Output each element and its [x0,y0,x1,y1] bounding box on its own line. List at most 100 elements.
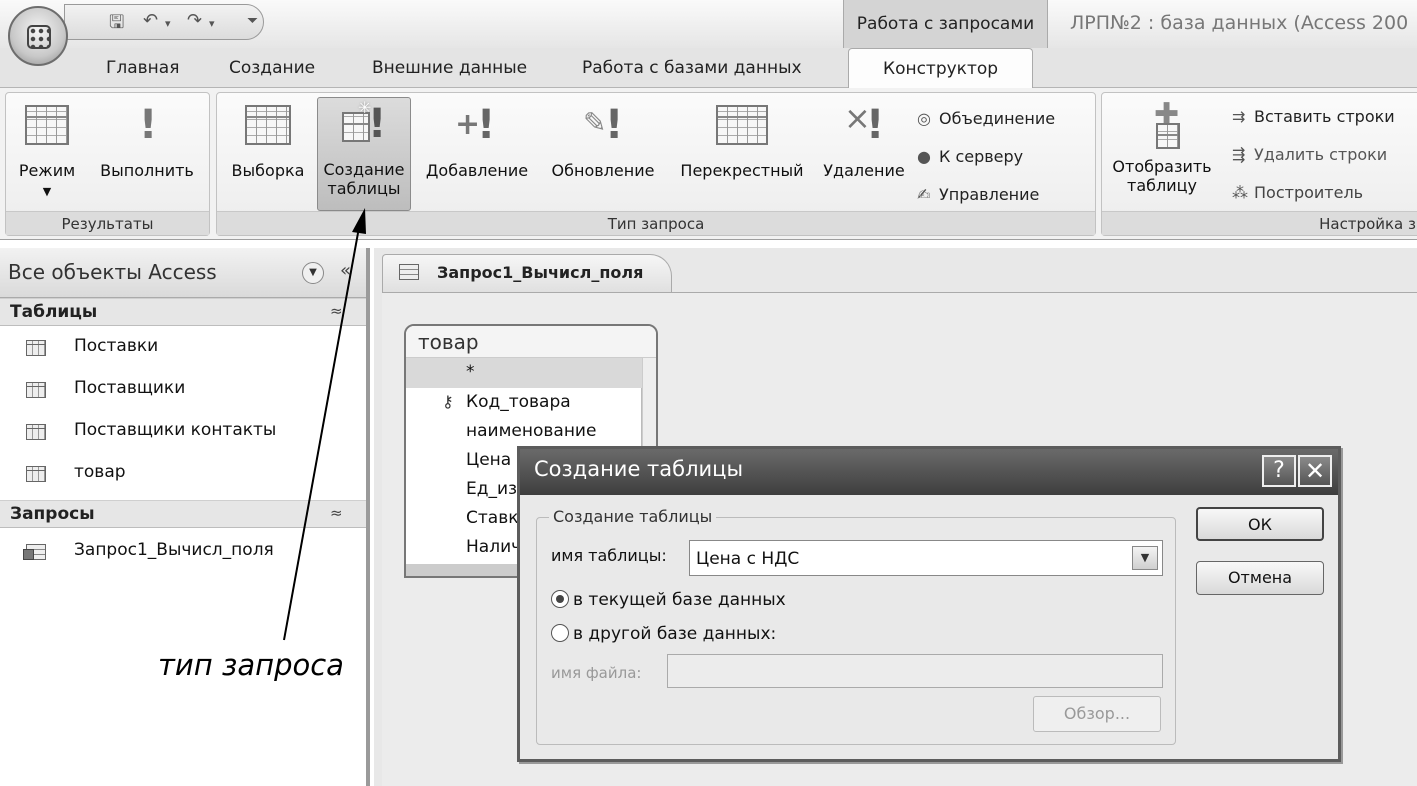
query-setup-group-label: Настройка з [1102,211,1417,235]
table-icon [26,382,46,398]
radio-other-database[interactable]: в другой базе данных: [551,624,776,644]
insert-rows-button[interactable]: ⇉ Вставить строки [1232,107,1395,126]
results-group-label: Результаты [6,211,209,235]
data-definition-query-button[interactable]: ✍ Управление [917,185,1039,204]
nav-dropdown-icon[interactable]: ▼ [302,262,324,284]
query-setup-group: ✚ Отобразить таблицу ⇉ Вставить строки ⇶ У… [1101,92,1417,236]
field-item[interactable]: Ед_из [466,479,517,499]
table-icon [26,466,46,482]
collapse-section-icon[interactable]: ≈ [330,302,343,320]
nav-section-tables[interactable]: Таблицы ≈ [0,298,366,326]
tab-external-data[interactable]: Внешние данные [372,58,527,78]
ribbon-tabs: Главная Создание Внешние данные Работа с… [0,48,1417,89]
customize-qat-icon[interactable]: ⏷ [247,13,258,29]
table-icon [26,340,46,356]
file-name-label: имя файла: [551,664,642,682]
dialog-title: Создание таблицы [534,457,744,481]
collapse-section-icon[interactable]: ≈ [330,504,343,522]
field-item[interactable]: Ставк [466,508,518,528]
help-button[interactable]: ? [1262,455,1296,487]
tab-database-tools[interactable]: Работа с базами данных [582,58,802,78]
title-bar: 🖫 ↶ ▾ ↷ ▾ ⏷ Работа с запросами ЛРП№2 : б… [0,0,1417,48]
selected-row-highlight [406,358,642,388]
tab-design[interactable]: Конструктор [848,48,1034,89]
field-list-title: товар [406,326,656,358]
nav-item-table[interactable]: Поставки [0,334,366,374]
annotation-label: тип запроса [158,648,344,682]
table-icon [26,424,46,440]
field-item[interactable]: Налич [466,537,521,557]
union-icon: ◎ [917,109,931,128]
union-query-button[interactable]: ◎ Объединение [917,109,1055,128]
redo-icon[interactable]: ↷ [187,10,202,31]
office-button[interactable] [8,6,68,66]
primary-key-icon: ⚷ [442,392,454,411]
update-query-button[interactable]: ✎ ! Обновление [543,105,663,180]
file-name-input [667,654,1163,688]
run-exclamation-icon: ! [139,102,158,148]
nav-item-table[interactable]: товар [0,460,366,500]
append-query-icon: + ! [455,102,496,148]
delete-query-button[interactable]: × ! Удаление [817,99,911,180]
quick-access-toolbar: 🖫 ↶ ▾ ↷ ▾ ⏷ [64,4,264,40]
undo-dropdown-icon[interactable]: ▾ [165,17,171,30]
ok-button[interactable]: ОК [1196,507,1324,541]
close-button[interactable]: ✕ [1298,455,1332,487]
select-query-icon [245,105,291,145]
ribbon: Режим ▼ ! Выполнить Результаты Выборка ! … [0,88,1417,240]
view-mode-button[interactable]: Режим ▼ [14,105,80,201]
nav-collapse-icon[interactable]: « [340,260,351,281]
pass-through-query-button[interactable]: ● К серверу [917,147,1023,166]
office-logo-icon [27,25,51,49]
insert-rows-icon: ⇉ [1232,107,1246,126]
app-title: ЛРП№2 : база данных (Access 200 [1070,12,1409,34]
delete-query-icon: × ! [844,99,885,148]
select-query-button[interactable]: Выборка [225,105,311,180]
table-name-label: имя таблицы: [551,546,667,565]
field-item[interactable]: Код_товара [466,392,571,412]
groupbox-legend: Создание таблицы [549,507,717,526]
datasheet-view-icon [25,105,69,145]
results-group: Режим ▼ ! Выполнить Результаты [5,92,210,236]
browse-button: Обзор... [1033,696,1161,732]
dropdown-arrow-icon: ▼ [42,185,52,198]
navigation-pane: Все объекты Access ▼ « Таблицы ≈ Поставк… [0,248,370,786]
nav-item-table[interactable]: Поставщики контакты [0,418,366,458]
make-table-button[interactable]: ! ✳ Создание таблицы [317,97,411,211]
field-item[interactable]: Цена [466,450,511,470]
radio-selected-icon [551,590,569,608]
table-name-combobox[interactable]: Цена с НДС ▼ [689,540,1163,576]
radio-unselected-icon [551,624,569,642]
field-item[interactable]: наименование [466,421,596,441]
document-tab[interactable]: Запрос1_Вычисл_поля [382,254,672,292]
radio-current-database[interactable]: в текущей базе данных [551,590,786,610]
globe-icon: ● [917,147,931,166]
query-tools-context-tab: Работа с запросами [843,0,1048,48]
nav-item-query[interactable]: Запрос1_Вычисл_поля [0,538,366,578]
save-icon[interactable]: 🖫 [109,10,124,40]
show-table-button[interactable]: ✚ Отобразить таблицу [1110,100,1214,196]
crosstab-query-button[interactable]: Перекрестный [669,105,815,180]
nav-header[interactable]: Все объекты Access ▼ « [0,248,366,298]
undo-icon[interactable]: ↶ [143,10,158,31]
dialog-title-bar[interactable]: Создание таблицы ? ✕ [520,449,1338,495]
builder-button[interactable]: ⁂ Построитель [1232,183,1363,202]
make-table-icon: ! ✳ [342,98,386,144]
nav-section-queries[interactable]: Запросы ≈ [0,500,366,528]
query-type-group-label: Тип запроса [217,211,1095,235]
make-table-dialog: Создание таблицы ? ✕ Создание таблицы им… [517,446,1341,762]
tab-create[interactable]: Создание [229,58,315,78]
ruler-pencil-icon: ✍ [917,185,931,204]
append-query-button[interactable]: + ! Добавление [417,105,537,180]
chevron-down-icon[interactable]: ▼ [1132,546,1158,570]
nav-item-table[interactable]: Поставщики [0,376,366,416]
delete-rows-icon: ⇶ [1232,145,1246,164]
tab-home[interactable]: Главная [106,58,179,78]
redo-dropdown-icon[interactable]: ▾ [209,17,215,30]
builder-wand-icon: ⁂ [1232,183,1248,202]
field-item[interactable]: * [466,362,475,382]
cancel-button[interactable]: Отмена [1196,561,1324,595]
query-icon [23,544,46,560]
run-button[interactable]: ! Выполнить [90,105,204,180]
delete-rows-button[interactable]: ⇶ Удалить строки [1232,145,1387,164]
